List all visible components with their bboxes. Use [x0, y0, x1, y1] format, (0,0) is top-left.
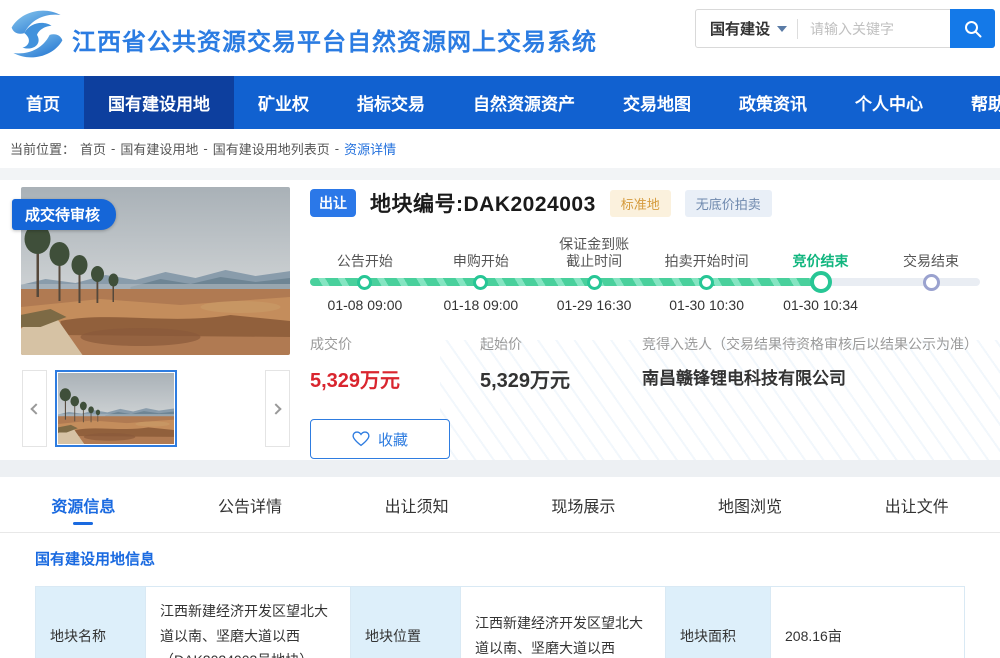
parcel-name-value: 江西新建经济开发区望北大道以南、坚磨大道以西（DAK2024003号地块） — [146, 587, 351, 658]
price-summary: 成交价 5,329万元 起始价 5,329万元 竞得入选人（交易结果待资格审核后… — [310, 334, 988, 393]
timeline-step-announcement: 公告开始 01-08 09:00 — [299, 234, 431, 313]
breadcrumb-home[interactable]: 首页 — [80, 139, 106, 158]
start-price-label: 起始价 — [480, 334, 642, 354]
breadcrumb-land[interactable]: 国有建设用地 — [120, 139, 198, 158]
search-input[interactable] — [798, 21, 950, 37]
parcel-name-label: 地块名称 — [36, 587, 146, 658]
timeline-step-transaction-end: 交易结束 — [865, 234, 997, 297]
start-price-value: 5,329万元 — [480, 364, 642, 393]
search-button[interactable] — [950, 9, 995, 48]
deal-price-value: 5,329万元 — [310, 364, 480, 393]
chevron-right-icon — [270, 403, 281, 414]
favorite-label: 收藏 — [378, 429, 408, 450]
timeline-step-auction-start: 拍卖开始时间 01-30 10:30 — [641, 234, 773, 313]
breadcrumb: 当前位置： 首页 - 国有建设用地 - 国有建设用地列表页 - 资源详情 — [0, 129, 1000, 168]
section-heading: 国有建设用地信息 — [35, 548, 965, 569]
tab-map-browse[interactable]: 地图浏览 — [667, 477, 834, 532]
timeline-node — [473, 275, 488, 290]
chevron-left-icon — [30, 403, 41, 414]
nav-item-policy-news[interactable]: 政策资讯 — [715, 76, 831, 129]
section-gap — [0, 460, 1000, 477]
thumbnail-next-button[interactable] — [265, 370, 290, 447]
land-info-section: 国有建设用地信息 地块名称 江西新建经济开发区望北大道以南、坚磨大道以西（DAK… — [0, 533, 1000, 658]
tab-resource-info[interactable]: 资源信息 — [0, 477, 167, 532]
winner-block: 竞得入选人（交易结果待资格审核后以结果公示为准） 南昌赣锋锂电科技有限公司 — [642, 334, 988, 393]
thumbnail-selected[interactable] — [55, 370, 177, 447]
timeline-node — [357, 275, 372, 290]
site-logo-icon — [8, 7, 66, 61]
timeline-node — [587, 275, 602, 290]
timeline-node — [810, 271, 832, 293]
auction-timeline: 公告开始 01-08 09:00 申购开始 01-18 09:00 保证金到账截… — [310, 234, 988, 320]
page: 江西省公共资源交易平台自然资源网上交易系统 国有建设 首页 国有建设用地 矿业权… — [0, 0, 1000, 658]
parcel-location-label: 地块位置 — [351, 587, 461, 658]
site-title: 江西省公共资源交易平台自然资源网上交易系统 — [72, 22, 597, 57]
tab-transfer-notice[interactable]: 出让须知 — [333, 477, 500, 532]
tab-site-display[interactable]: 现场展示 — [500, 477, 667, 532]
title-row: 出让 地块编号:DAK2024003 标准地 无底价拍卖 — [310, 188, 988, 218]
nav-item-trading-map[interactable]: 交易地图 — [599, 76, 715, 129]
nav-item-index-trading[interactable]: 指标交易 — [333, 76, 449, 129]
tab-announcement-detail[interactable]: 公告详情 — [167, 477, 334, 532]
winner-label: 竞得入选人（交易结果待资格审核后以结果公示为准） — [642, 334, 988, 354]
deal-price-block: 成交价 5,329万元 — [310, 334, 480, 393]
winner-value: 南昌赣锋锂电科技有限公司 — [642, 364, 988, 389]
no-reserve-auction-tag: 无底价拍卖 — [685, 190, 772, 217]
divider-band — [0, 168, 1000, 180]
parcel-area-value: 208.16亩 — [771, 587, 965, 658]
search-category-dropdown[interactable]: 国有建设 — [696, 18, 797, 39]
timeline-step-application: 申购开始 01-18 09:00 — [415, 234, 547, 313]
nav-item-state-owned-land[interactable]: 国有建设用地 — [84, 76, 234, 129]
caret-down-icon — [777, 26, 787, 32]
listing-detail-card: 成交待审核 出让 地块编号:DAK2024003 标准地 无底价拍卖 — [0, 180, 1000, 460]
nav-item-home[interactable]: 首页 — [2, 76, 84, 129]
transfer-type-badge: 出让 — [310, 189, 356, 217]
breadcrumb-prefix: 当前位置： — [10, 139, 75, 158]
breadcrumb-current: 资源详情 — [344, 139, 396, 158]
parcel-number-title: 地块编号:DAK2024003 — [370, 188, 596, 218]
detail-tabs: 资源信息 公告详情 出让须知 现场展示 地图浏览 出让文件 — [0, 477, 1000, 533]
heart-icon — [352, 431, 370, 447]
parcel-location-value: 江西新建经济开发区望北大道以南、坚磨大道以西 — [461, 587, 666, 658]
nav-item-mining-rights[interactable]: 矿业权 — [234, 76, 333, 129]
nav-item-natural-resources[interactable]: 自然资源资产 — [449, 76, 599, 129]
parcel-area-label: 地块面积 — [666, 587, 771, 658]
timeline-node — [923, 274, 940, 291]
search-box: 国有建设 — [695, 9, 995, 48]
favorite-button[interactable]: 收藏 — [310, 419, 450, 459]
thumbnail-strip — [0, 370, 300, 447]
table-row: 地块名称 江西新建经济开发区望北大道以南、坚磨大道以西（DAK2024003号地… — [36, 587, 965, 658]
land-info-table: 地块名称 江西新建经济开发区望北大道以南、坚磨大道以西（DAK2024003号地… — [35, 586, 965, 658]
timeline-node — [699, 275, 714, 290]
header: 江西省公共资源交易平台自然资源网上交易系统 国有建设 — [0, 0, 1000, 76]
search-icon — [963, 19, 983, 39]
nav-item-personal-center[interactable]: 个人中心 — [831, 76, 947, 129]
tab-transfer-documents[interactable]: 出让文件 — [833, 477, 1000, 532]
main-nav: 首页 国有建设用地 矿业权 指标交易 自然资源资产 交易地图 政策资讯 个人中心… — [0, 76, 1000, 129]
breadcrumb-separator: - — [335, 141, 339, 156]
search-category-value: 国有建设 — [710, 18, 770, 39]
breadcrumb-separator: - — [111, 141, 115, 156]
start-price-block: 起始价 5,329万元 — [480, 334, 642, 393]
status-badge: 成交待审核 — [12, 199, 116, 230]
breadcrumb-separator: - — [203, 141, 207, 156]
deal-price-label: 成交价 — [310, 334, 480, 354]
nav-item-help-center[interactable]: 帮助中心 — [947, 76, 1000, 129]
thumbnail-prev-button[interactable] — [22, 370, 47, 447]
standard-land-tag: 标准地 — [610, 190, 671, 217]
listing-info-pane: 出让 地块编号:DAK2024003 标准地 无底价拍卖 公告开始 01-08 … — [310, 188, 988, 459]
breadcrumb-land-list[interactable]: 国有建设用地列表页 — [213, 139, 330, 158]
